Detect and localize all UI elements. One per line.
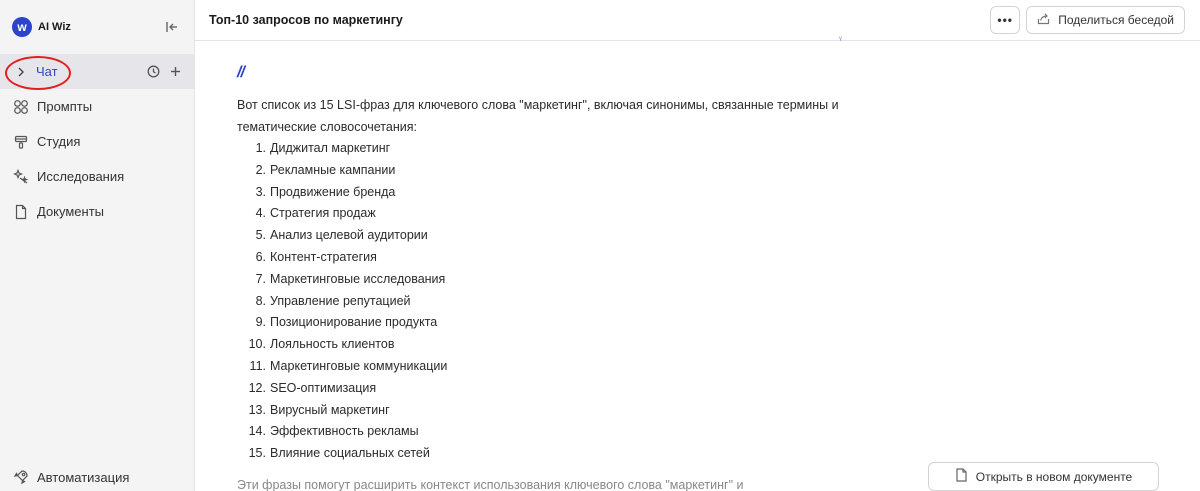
main-panel: Топ-10 запросов по маркетингу ••• Подели… (195, 0, 1200, 491)
lsi-list: 1. Диджитал маркетинг 2. Рекламные кампании… (237, 138, 877, 465)
list-item-text: Контент-стратегия (270, 249, 377, 264)
open-in-new-document-label: Открыть в новом документе (975, 469, 1133, 484)
list-item: 5. Анализ целевой аудитории (237, 225, 877, 247)
list-item: 7. Маркетинговые исследования (237, 269, 877, 291)
sidebar-item-automation[interactable]: Автоматизация (0, 463, 194, 491)
list-item-number: 15. (248, 446, 266, 461)
list-item-text: Влияние социальных сетей (270, 446, 430, 461)
document-icon (955, 468, 968, 485)
list-item-text: Эффективность рекламы (270, 424, 419, 439)
list-item-number: 2. (255, 162, 266, 177)
list-item: 6. Контент-стратегия (237, 247, 877, 269)
history-icon[interactable] (146, 65, 160, 79)
topbar: Топ-10 запросов по маркетингу ••• Подели… (195, 0, 1200, 41)
list-item-text: Позиционирование продукта (270, 315, 438, 330)
list-item-number: 5. (255, 228, 266, 243)
open-in-new-document-button[interactable]: Открыть в новом документе (928, 462, 1159, 491)
list-item-number: 1. (255, 141, 266, 155)
list-item-number: 4. (255, 206, 266, 221)
brand-name: AI Wiz (38, 21, 71, 33)
list-item-text: Управление репутацией (270, 293, 411, 308)
collapse-sidebar-icon[interactable] (162, 17, 182, 37)
sidebar-item-prompts-label: Промпты (37, 99, 93, 114)
list-item: 10. Лояльность клиентов (237, 334, 877, 356)
app-root: w AI Wiz Чат Промпты Студия Исследования… (0, 0, 1200, 491)
share-icon (1037, 12, 1050, 28)
document-icon (12, 203, 30, 221)
sidebar-item-chat[interactable]: Чат (0, 54, 194, 90)
list-item-number: 13. (248, 402, 266, 417)
list-item-text: Маркетинговые исследования (270, 271, 446, 286)
assistant-marker-icon: // (237, 64, 245, 81)
sidebar: w AI Wiz Чат Промпты Студия Исследования… (0, 0, 195, 491)
sidebar-item-documents[interactable]: Документы (0, 194, 194, 229)
brand-logo-icon[interactable]: w (12, 17, 32, 37)
list-item-text: Рекламные кампании (270, 162, 396, 177)
list-item: 8. Управление репутацией (237, 291, 877, 313)
list-item-number: 14. (248, 424, 266, 439)
sidebar-item-chat-label: Чат (36, 64, 58, 79)
chevron-right-icon[interactable] (12, 63, 30, 81)
sidebar-item-automation-label: Автоматизация (37, 469, 130, 485)
list-item-text: Лояльность клиентов (270, 337, 395, 352)
list-item: 13. Вирусный маркетинг (237, 400, 877, 422)
list-item-text: Маркетинговые коммуникации (270, 358, 448, 373)
list-item-text: Вирусный маркетинг (270, 402, 390, 417)
list-item: 1. Диджитал маркетинг (237, 138, 877, 160)
sparkle-icon (12, 168, 30, 186)
message-intro: Вот список из 15 LSI-фраз для ключевого … (237, 98, 839, 134)
page-title: Топ-10 запросов по маркетингу (209, 13, 403, 27)
list-item-number: 10. (248, 337, 266, 352)
list-item-text: Диджитал маркетинг (270, 141, 391, 155)
new-chat-plus-icon[interactable] (168, 65, 182, 79)
sidebar-item-research-label: Исследования (37, 169, 125, 184)
list-item-number: 8. (255, 293, 266, 308)
list-item: 2. Рекламные кампании (237, 160, 877, 182)
list-item-text: Стратегия продаж (270, 206, 376, 221)
sidebar-item-research[interactable]: Исследования (0, 159, 194, 194)
sidebar-item-studio[interactable]: Студия (0, 124, 194, 159)
grid-icon (12, 98, 30, 116)
brand: w AI Wiz (0, 0, 194, 54)
list-item: 11. Маркетинговые коммуникации (237, 356, 877, 378)
list-item-number: 7. (255, 271, 266, 286)
top-actions: ••• Поделиться беседой (990, 6, 1185, 34)
message-trailing-text: Эти фразы помогут расширить контекст исп… (237, 478, 744, 491)
list-item: 3. Продвижение бренда (237, 182, 877, 204)
list-item-text: Анализ целевой аудитории (270, 228, 428, 243)
sidebar-item-studio-label: Студия (37, 134, 81, 149)
sidebar-item-prompts[interactable]: Промпты (0, 89, 194, 124)
list-item: 4. Стратегия продаж (237, 203, 877, 225)
list-item: 15. Влияние социальных сетей (237, 443, 877, 465)
chat-actions (146, 65, 182, 79)
list-item-number: 12. (248, 380, 266, 395)
list-item: 9. Позиционирование продукта (237, 312, 877, 334)
list-item-number: 3. (255, 184, 266, 199)
rocket-icon (12, 468, 30, 486)
brush-icon (12, 133, 30, 151)
more-options-button[interactable]: ••• (990, 6, 1021, 34)
list-item-number: 9. (255, 315, 266, 330)
share-conversation-button[interactable]: Поделиться беседой (1026, 6, 1185, 34)
list-item-number: 11. (249, 358, 266, 373)
list-item-number: 6. (255, 249, 266, 264)
list-item-text: SEO-оптимизация (270, 380, 377, 395)
assistant-message: // Вот список из 15 LSI-фраз для ключево… (237, 64, 877, 465)
list-item: 14. Эффективность рекламы (237, 421, 877, 443)
scroll-marker-icon: ᵞ (839, 34, 842, 44)
list-item: 12. SEO-оптимизация (237, 378, 877, 400)
share-conversation-label: Поделиться беседой (1058, 13, 1174, 27)
list-item-text: Продвижение бренда (270, 184, 396, 199)
sidebar-item-documents-label: Документы (37, 204, 105, 219)
